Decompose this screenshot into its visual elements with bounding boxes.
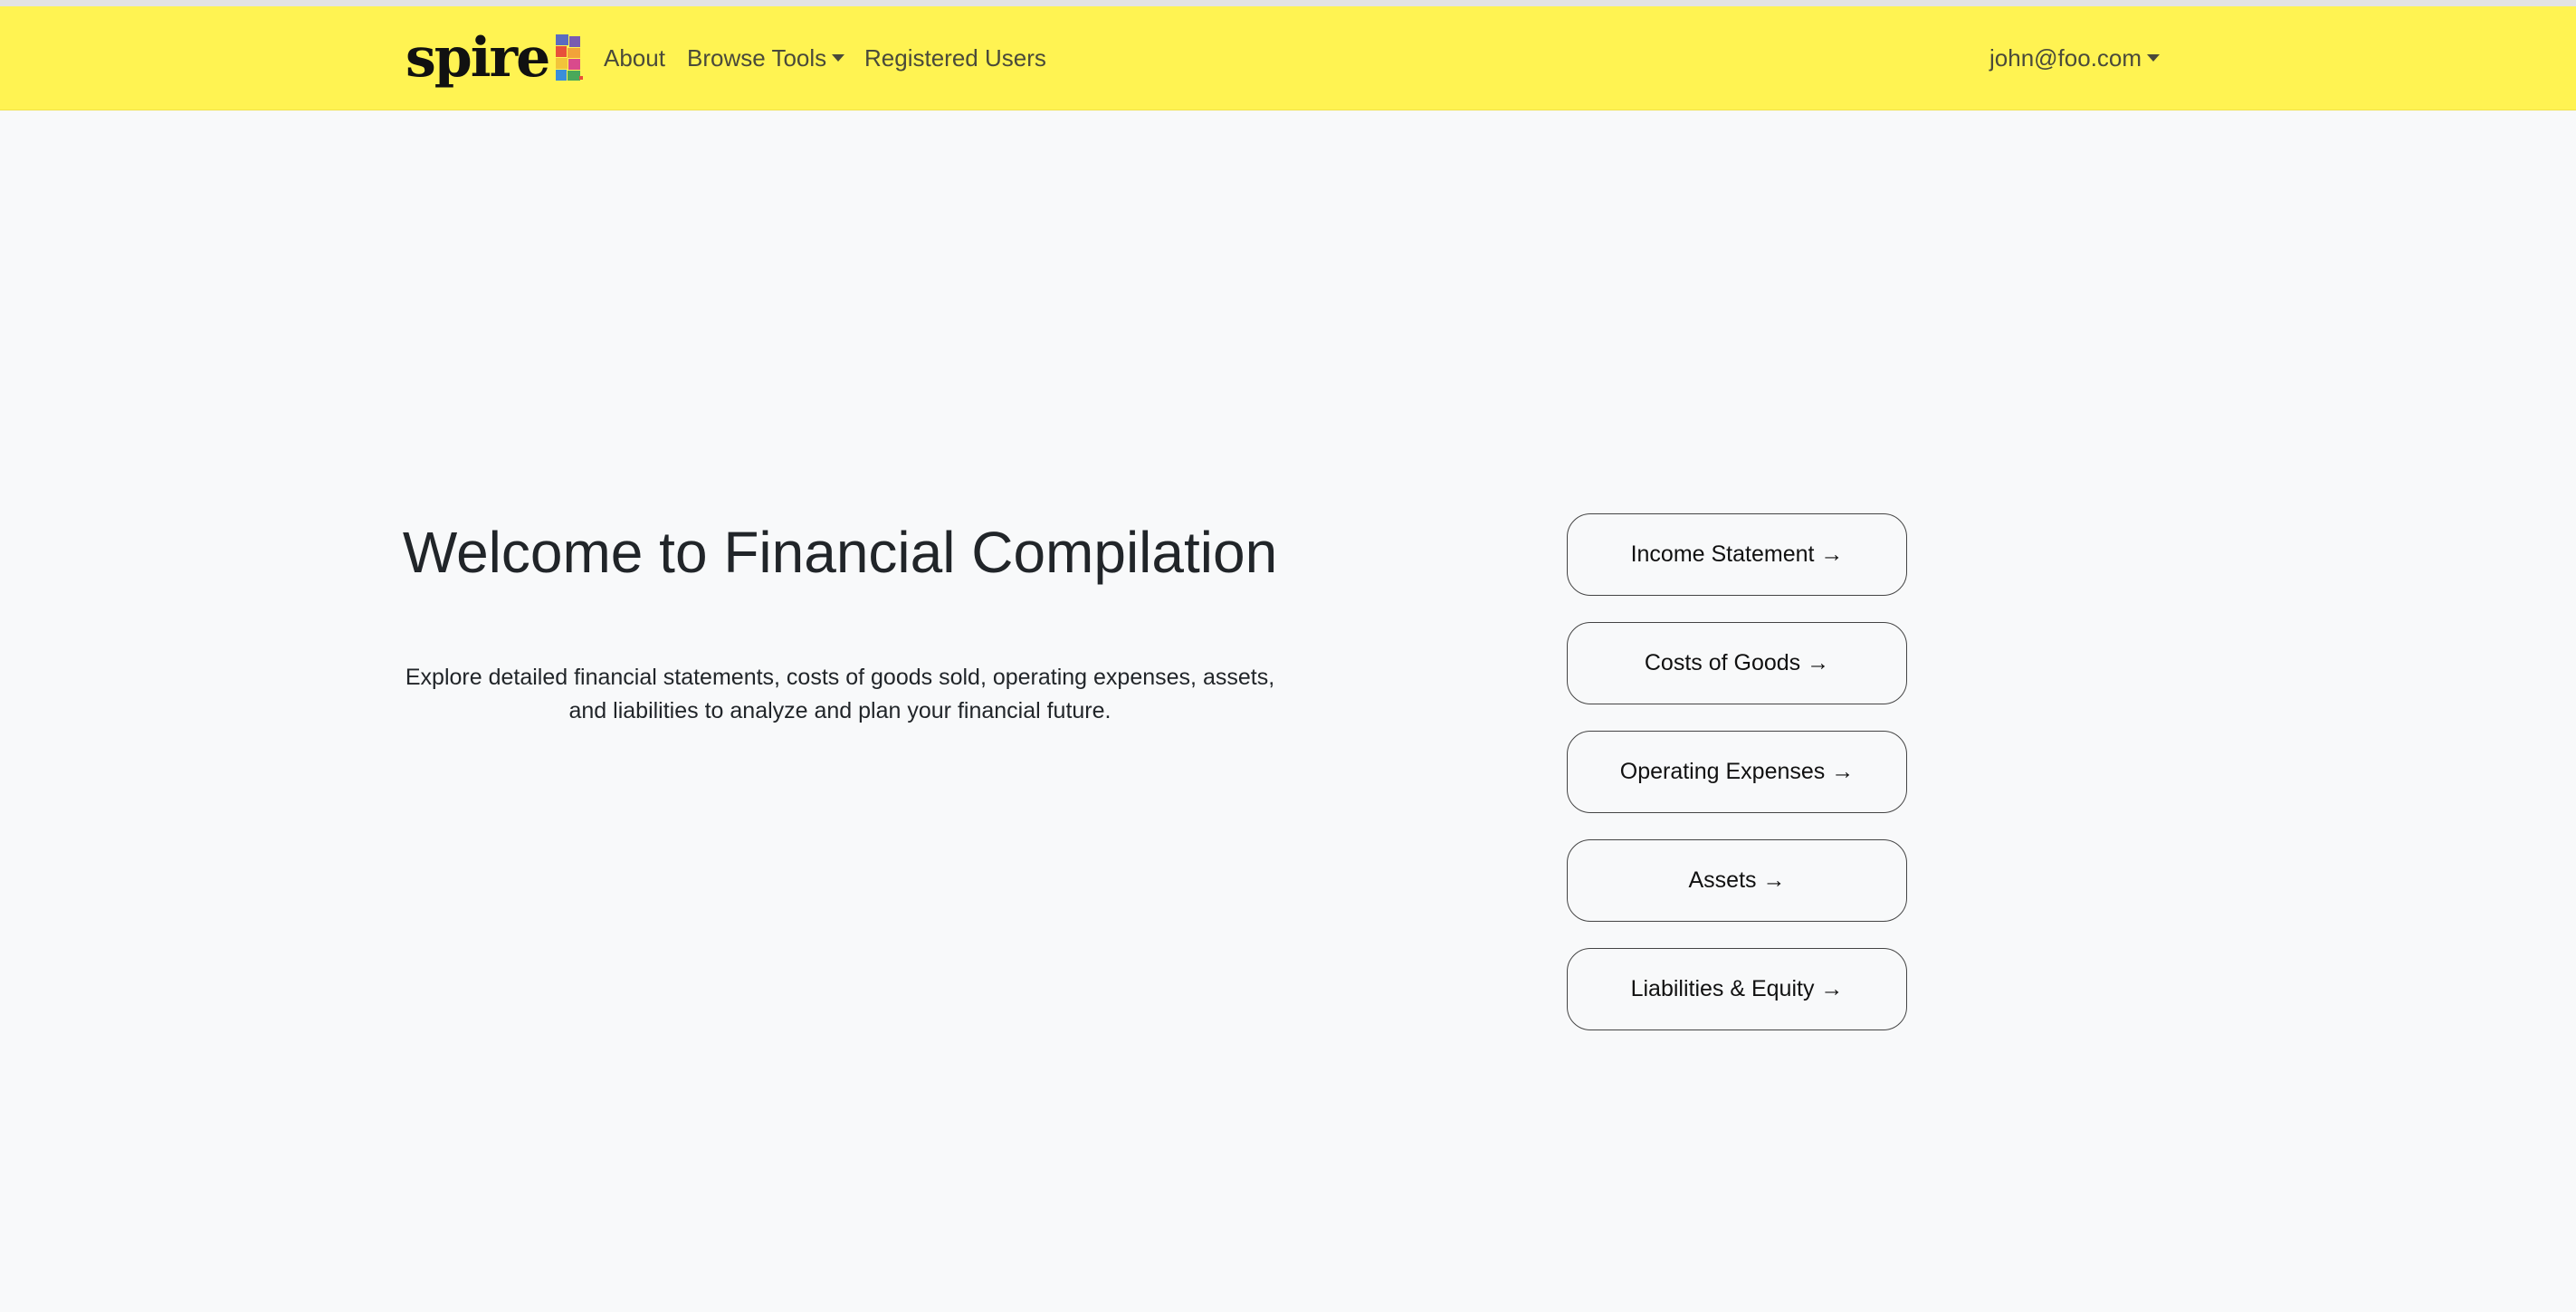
operating-expenses-button[interactable]: Operating Expenses → [1567, 731, 1907, 813]
nav-about-link[interactable]: About [604, 44, 665, 72]
costs-of-goods-button[interactable]: Costs of Goods → [1567, 622, 1907, 704]
liabilities-equity-button[interactable]: Liabilities & Equity → [1567, 948, 1907, 1030]
chevron-down-icon [2147, 54, 2161, 62]
income-statement-button[interactable]: Income Statement → [1567, 513, 1907, 596]
user-menu-dropdown[interactable]: john@foo.com [1989, 44, 2161, 72]
chevron-down-icon [832, 54, 845, 62]
user-email: john@foo.com [1989, 44, 2142, 72]
assets-button[interactable]: Assets → [1567, 839, 1907, 922]
top-navbar: spire About Browse Tools Registered User… [0, 6, 2576, 110]
brand-logo[interactable]: spire [405, 26, 584, 90]
spire-logo-icon [556, 34, 584, 81]
window-top-border [0, 0, 2576, 6]
section-button-list: Income Statement → Costs of Goods → Oper… [1567, 513, 1907, 1057]
nav-registered-users-link[interactable]: Registered Users [864, 44, 1046, 72]
page-title: Welcome to Financial Compilation [402, 520, 1278, 585]
nav-browse-tools-label: Browse Tools [687, 44, 827, 72]
brand-wordmark: spire [405, 26, 550, 90]
page-subtitle: Explore detailed financial statements, c… [405, 665, 1275, 723]
nav-browse-tools-dropdown[interactable]: Browse Tools [687, 44, 845, 72]
